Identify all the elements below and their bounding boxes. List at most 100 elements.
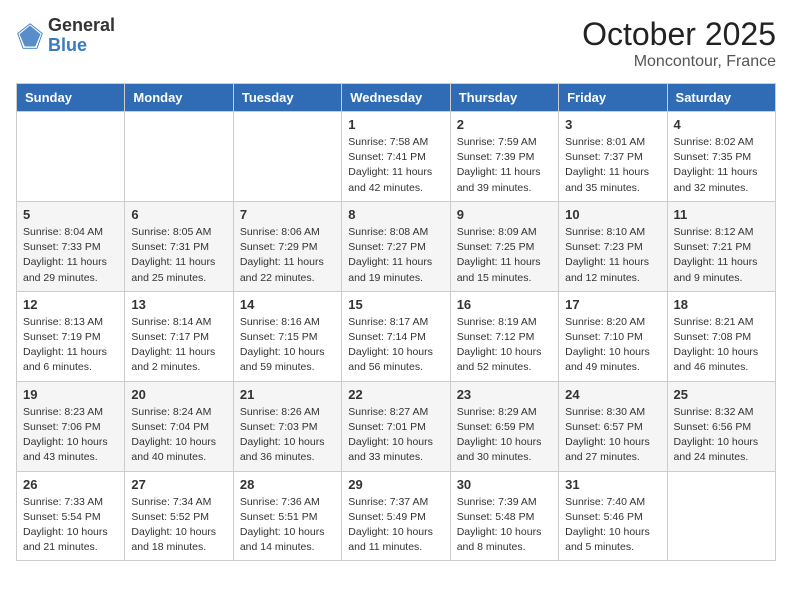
calendar-cell: 21Sunrise: 8:26 AM Sunset: 7:03 PM Dayli… (233, 381, 341, 471)
day-info: Sunrise: 7:33 AM Sunset: 5:54 PM Dayligh… (23, 495, 118, 556)
day-number: 2 (457, 117, 552, 132)
day-info: Sunrise: 8:14 AM Sunset: 7:17 PM Dayligh… (131, 315, 226, 376)
day-info: Sunrise: 8:27 AM Sunset: 7:01 PM Dayligh… (348, 405, 443, 466)
location: Moncontour, France (582, 53, 776, 71)
day-number: 11 (674, 207, 769, 222)
day-number: 31 (565, 477, 660, 492)
day-info: Sunrise: 8:26 AM Sunset: 7:03 PM Dayligh… (240, 405, 335, 466)
day-info: Sunrise: 7:39 AM Sunset: 5:48 PM Dayligh… (457, 495, 552, 556)
calendar-cell (17, 112, 125, 202)
day-info: Sunrise: 8:17 AM Sunset: 7:14 PM Dayligh… (348, 315, 443, 376)
calendar-cell: 27 Sunrise: 7:34 AM Sunset: 5:52 PM Dayli… (125, 471, 233, 561)
calendar-cell: 28 Sunrise: 7:36 AM Sunset: 5:51 PM Dayli… (233, 471, 341, 561)
calendar-cell: 15 Sunrise: 8:17 AM Sunset: 7:14 PM Dayli… (342, 291, 450, 381)
day-number: 9 (457, 207, 552, 222)
day-info: Sunrise: 7:40 AM Sunset: 5:46 PM Dayligh… (565, 495, 660, 556)
logo-text: General Blue (48, 16, 115, 56)
day-info: Sunrise: 8:10 AM Sunset: 7:23 PM Dayligh… (565, 225, 660, 286)
month-title: October 2025 (582, 16, 776, 53)
day-number: 5 (23, 207, 118, 222)
calendar-cell: 11 Sunrise: 8:12 AM Sunset: 7:21 PM Dayli… (667, 201, 775, 291)
day-info: Sunrise: 7:34 AM Sunset: 5:52 PM Dayligh… (131, 495, 226, 556)
day-info: Sunrise: 7:58 AM Sunset: 7:41 PM Dayligh… (348, 135, 443, 196)
day-number: 8 (348, 207, 443, 222)
logo-blue-text: Blue (48, 36, 115, 56)
page-header: General Blue October 2025 Moncontour, Fr… (16, 16, 776, 71)
day-number: 27 (131, 477, 226, 492)
day-number: 22 (348, 387, 443, 402)
day-number: 15 (348, 297, 443, 312)
day-number: 28 (240, 477, 335, 492)
day-number: 23 (457, 387, 552, 402)
day-info: Sunrise: 8:01 AM Sunset: 7:37 PM Dayligh… (565, 135, 660, 196)
weekday-header-wednesday: Wednesday (342, 84, 450, 112)
day-info: Sunrise: 8:06 AM Sunset: 7:29 PM Dayligh… (240, 225, 335, 286)
calendar-cell (125, 112, 233, 202)
calendar-cell: 23 Sunrise: 8:29 AM Sunset: 6:59 PM Dayli… (450, 381, 558, 471)
day-info: Sunrise: 8:19 AM Sunset: 7:12 PM Dayligh… (457, 315, 552, 376)
calendar-cell: 20 Sunrise: 8:24 AM Sunset: 7:04 PM Dayli… (125, 381, 233, 471)
weekday-header-thursday: Thursday (450, 84, 558, 112)
day-number: 7 (240, 207, 335, 222)
day-number: 25 (674, 387, 769, 402)
day-info: Sunrise: 7:59 AM Sunset: 7:39 PM Dayligh… (457, 135, 552, 196)
day-info: Sunrise: 8:24 AM Sunset: 7:04 PM Dayligh… (131, 405, 226, 466)
day-info: Sunrise: 7:36 AM Sunset: 5:51 PM Dayligh… (240, 495, 335, 556)
day-number: 17 (565, 297, 660, 312)
weekday-header-saturday: Saturday (667, 84, 775, 112)
day-number: 14 (240, 297, 335, 312)
calendar-cell: 10 Sunrise: 8:10 AM Sunset: 7:23 PM Dayli… (559, 201, 667, 291)
day-number: 1 (348, 117, 443, 132)
day-number: 16 (457, 297, 552, 312)
day-info: Sunrise: 8:13 AM Sunset: 7:19 PM Dayligh… (23, 315, 118, 376)
weekday-header-friday: Friday (559, 84, 667, 112)
day-info: Sunrise: 8:21 AM Sunset: 7:08 PM Dayligh… (674, 315, 769, 376)
calendar-cell: 31 Sunrise: 7:40 AM Sunset: 5:46 PM Dayli… (559, 471, 667, 561)
calendar-cell: 17 Sunrise: 8:20 AM Sunset: 7:10 PM Dayli… (559, 291, 667, 381)
calendar-cell: 7 Sunrise: 8:06 AM Sunset: 7:29 PM Daylig… (233, 201, 341, 291)
day-info: Sunrise: 8:05 AM Sunset: 7:31 PM Dayligh… (131, 225, 226, 286)
calendar-table: SundayMondayTuesdayWednesdayThursdayFrid… (16, 83, 776, 561)
day-number: 6 (131, 207, 226, 222)
day-number: 12 (23, 297, 118, 312)
day-info: Sunrise: 8:12 AM Sunset: 7:21 PM Dayligh… (674, 225, 769, 286)
calendar-cell: 19Sunrise: 8:23 AM Sunset: 7:06 PM Dayli… (17, 381, 125, 471)
day-info: Sunrise: 8:02 AM Sunset: 7:35 PM Dayligh… (674, 135, 769, 196)
day-info: Sunrise: 8:04 AM Sunset: 7:33 PM Dayligh… (23, 225, 118, 286)
day-info: Sunrise: 8:32 AM Sunset: 6:56 PM Dayligh… (674, 405, 769, 466)
day-number: 4 (674, 117, 769, 132)
calendar-cell: 14Sunrise: 8:16 AM Sunset: 7:15 PM Dayli… (233, 291, 341, 381)
day-info: Sunrise: 8:29 AM Sunset: 6:59 PM Dayligh… (457, 405, 552, 466)
day-number: 30 (457, 477, 552, 492)
calendar-cell: 18 Sunrise: 8:21 AM Sunset: 7:08 PM Dayli… (667, 291, 775, 381)
day-number: 10 (565, 207, 660, 222)
weekday-header-row: SundayMondayTuesdayWednesdayThursdayFrid… (17, 84, 776, 112)
day-number: 20 (131, 387, 226, 402)
logo-icon (16, 22, 44, 50)
calendar-cell: 29Sunrise: 7:37 AM Sunset: 5:49 PM Dayli… (342, 471, 450, 561)
day-info: Sunrise: 8:20 AM Sunset: 7:10 PM Dayligh… (565, 315, 660, 376)
calendar-cell: 4 Sunrise: 8:02 AM Sunset: 7:35 PM Daylig… (667, 112, 775, 202)
day-number: 3 (565, 117, 660, 132)
weekday-header-monday: Monday (125, 84, 233, 112)
day-info: Sunrise: 8:30 AM Sunset: 6:57 PM Dayligh… (565, 405, 660, 466)
calendar-cell: 26Sunrise: 7:33 AM Sunset: 5:54 PM Dayli… (17, 471, 125, 561)
calendar-week-row: 26Sunrise: 7:33 AM Sunset: 5:54 PM Dayli… (17, 471, 776, 561)
day-info: Sunrise: 8:09 AM Sunset: 7:25 PM Dayligh… (457, 225, 552, 286)
calendar-cell: 5 Sunrise: 8:04 AM Sunset: 7:33 PM Daylig… (17, 201, 125, 291)
calendar-week-row: 12 Sunrise: 8:13 AM Sunset: 7:19 PM Dayli… (17, 291, 776, 381)
logo-general-text: General (48, 16, 115, 36)
calendar-cell: 3 Sunrise: 8:01 AM Sunset: 7:37 PM Daylig… (559, 112, 667, 202)
day-info: Sunrise: 7:37 AM Sunset: 5:49 PM Dayligh… (348, 495, 443, 556)
calendar-week-row: 5 Sunrise: 8:04 AM Sunset: 7:33 PM Daylig… (17, 201, 776, 291)
calendar-cell: 8Sunrise: 8:08 AM Sunset: 7:27 PM Daylig… (342, 201, 450, 291)
calendar-cell: 1 Sunrise: 7:58 AM Sunset: 7:41 PM Daylig… (342, 112, 450, 202)
calendar-cell: 6 Sunrise: 8:05 AM Sunset: 7:31 PM Daylig… (125, 201, 233, 291)
title-block: October 2025 Moncontour, France (582, 16, 776, 71)
day-number: 18 (674, 297, 769, 312)
calendar-week-row: 19Sunrise: 8:23 AM Sunset: 7:06 PM Dayli… (17, 381, 776, 471)
calendar-cell (233, 112, 341, 202)
weekday-header-tuesday: Tuesday (233, 84, 341, 112)
day-number: 19 (23, 387, 118, 402)
calendar-cell (667, 471, 775, 561)
